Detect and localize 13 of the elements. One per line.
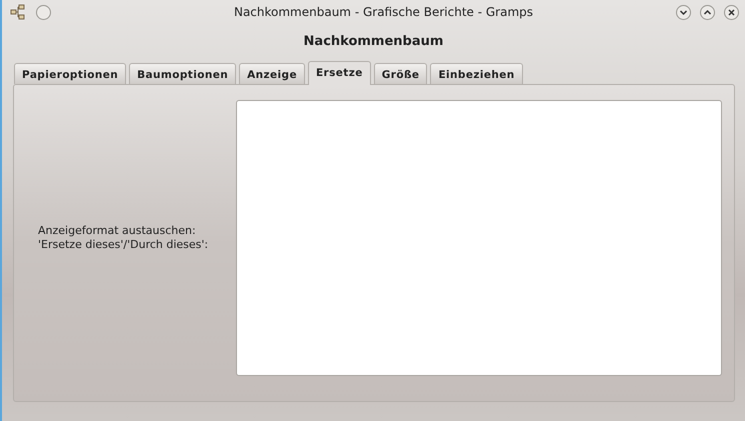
tab[interactable]: Baumoptionen <box>129 63 236 84</box>
tab[interactable]: Anzeige <box>239 63 305 84</box>
tab[interactable]: Ersetze <box>308 61 371 85</box>
dialog-heading: Nachkommenbaum <box>302 33 444 51</box>
window-title: Nachkommenbaum - Grafische Berichte - Gramps <box>232 5 534 19</box>
tab[interactable]: Einbeziehen <box>430 63 523 84</box>
maximize-button[interactable] <box>700 4 715 20</box>
tab[interactable]: Größe <box>374 63 428 84</box>
tab[interactable]: Papieroptionen <box>14 63 126 84</box>
minimize-button[interactable] <box>676 4 691 20</box>
field-label: Anzeigeformat austauschen: 'Ersetze dieses'/'Durch dieses': <box>37 224 210 252</box>
close-button[interactable] <box>724 4 739 20</box>
app-icon[interactable] <box>8 4 26 20</box>
